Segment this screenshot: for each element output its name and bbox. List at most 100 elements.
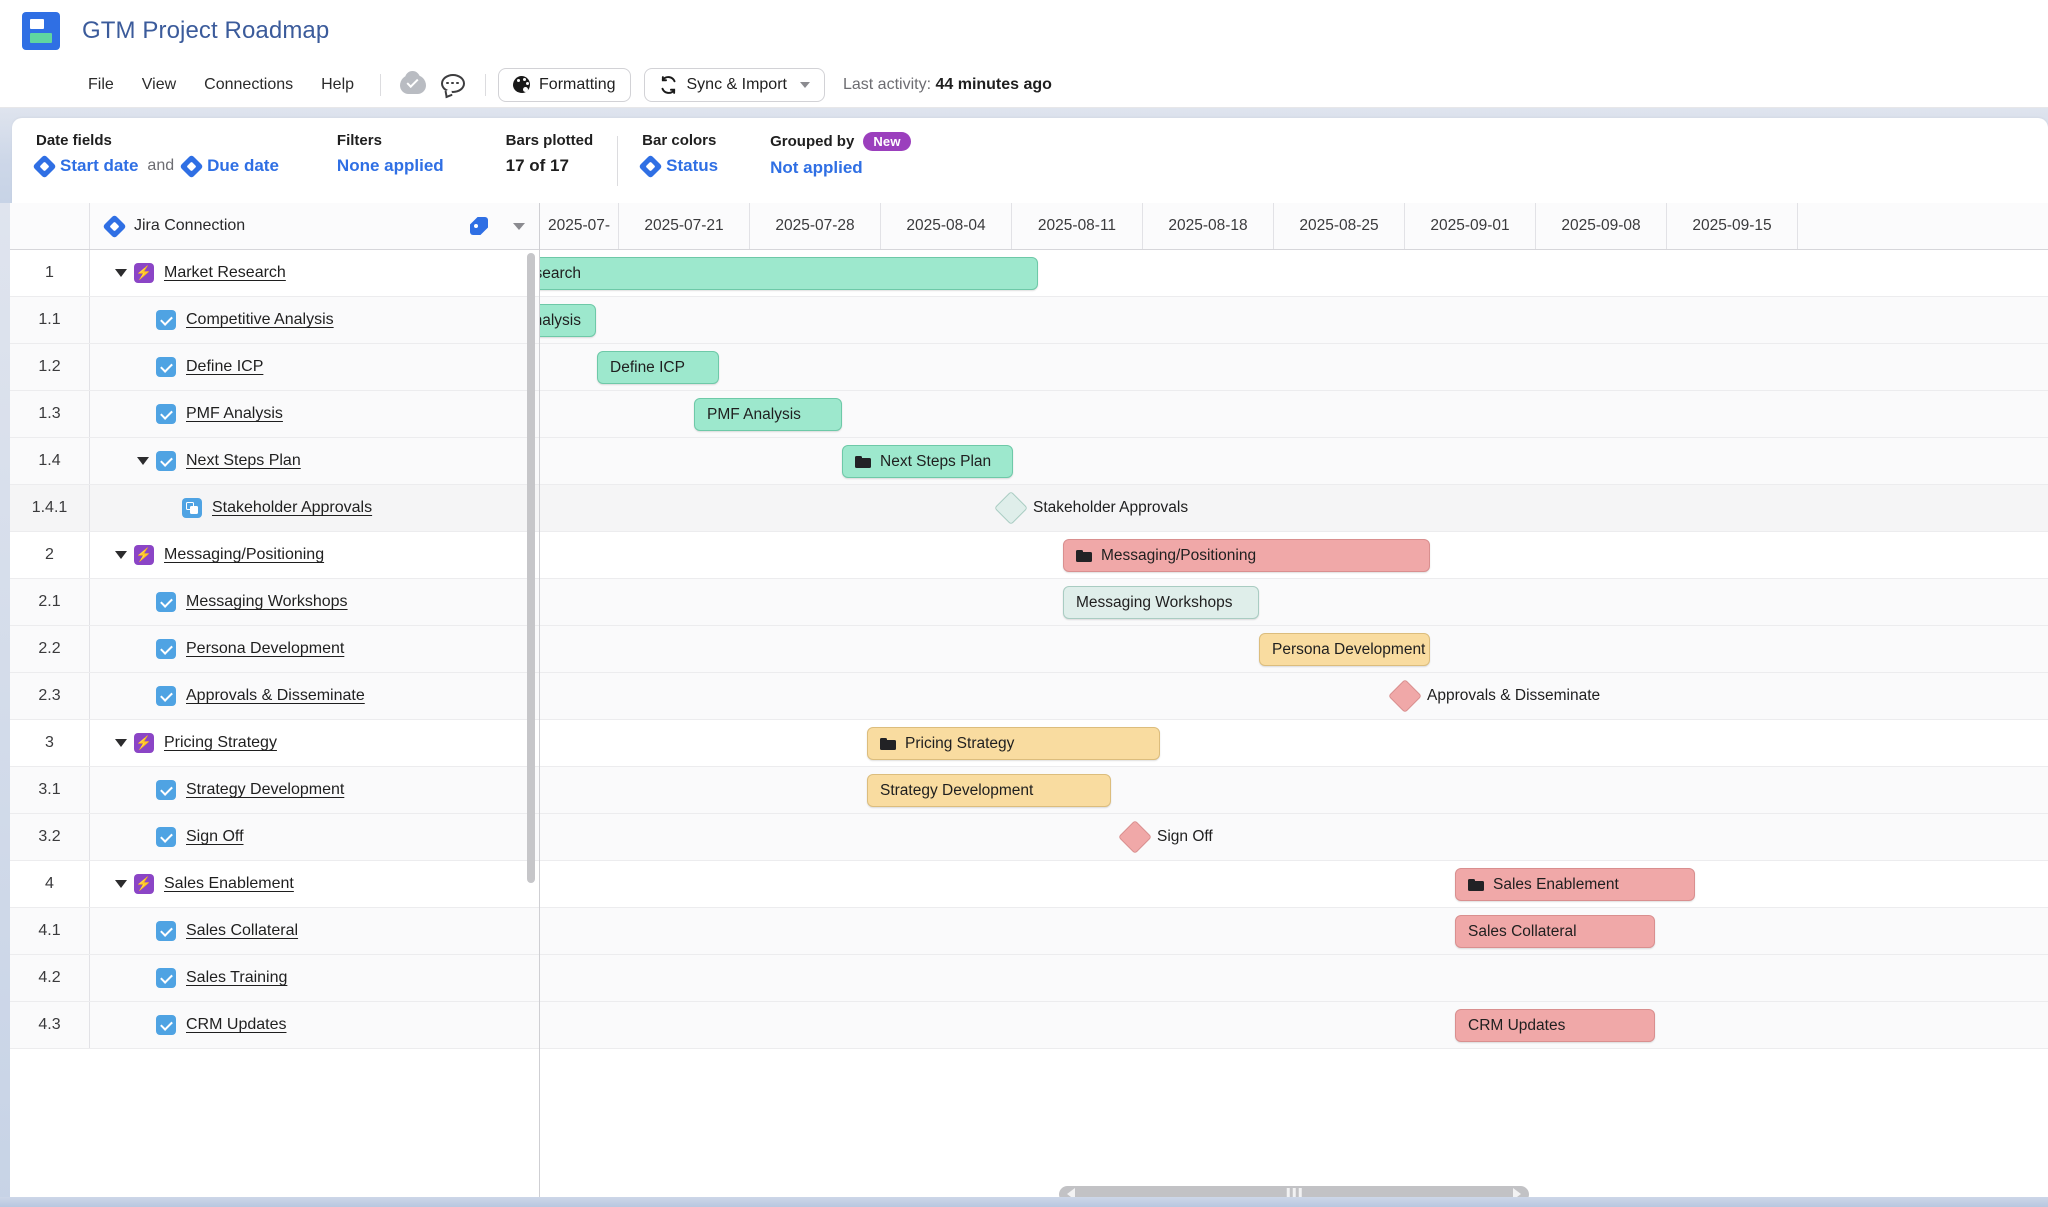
formatting-button[interactable]: Formatting: [498, 67, 631, 102]
timeline-row[interactable]: [540, 485, 2048, 532]
timeline-row[interactable]: [540, 720, 2048, 767]
row-name-cell[interactable]: Sales Training: [90, 955, 539, 1001]
timeline-row[interactable]: [540, 579, 2048, 626]
expand-collapse-triangle-icon[interactable]: [108, 551, 134, 559]
gantt-bar[interactable]: Competitive Analysis: [540, 304, 596, 337]
due-date-value[interactable]: Due date: [207, 156, 279, 176]
row-name-cell[interactable]: Sales Enablement: [90, 861, 539, 907]
timeline-row[interactable]: [540, 297, 2048, 344]
row-name-cell[interactable]: Messaging Workshops: [90, 579, 539, 625]
row-name-link[interactable]: Sales Training: [186, 969, 287, 987]
row-name-link[interactable]: Market Research: [164, 264, 286, 282]
timeline-row[interactable]: [540, 955, 2048, 1002]
comment-icon[interactable]: [438, 70, 468, 100]
gantt-milestone[interactable]: Stakeholder Approvals: [994, 491, 1188, 525]
gantt-bar[interactable]: Messaging Workshops: [1063, 586, 1259, 619]
gantt-bar[interactable]: Sales Enablement: [1455, 868, 1695, 901]
row-name-cell[interactable]: Sign Off: [90, 814, 539, 860]
gantt-bar[interactable]: Market Research: [540, 257, 1038, 290]
gantt-logo-icon[interactable]: [22, 12, 60, 50]
menu-item-connections[interactable]: Connections: [190, 72, 307, 98]
vertical-scrollbar[interactable]: [527, 253, 535, 883]
table-row[interactable]: 2.3 Approvals & Disseminate: [10, 673, 539, 720]
row-name-link[interactable]: Messaging/Positioning: [164, 546, 324, 564]
sync-import-button[interactable]: Sync & Import: [643, 67, 825, 102]
row-name-link[interactable]: Pricing Strategy: [164, 734, 277, 752]
row-name-cell[interactable]: Messaging/Positioning: [90, 532, 539, 578]
table-row[interactable]: 1.2 Define ICP: [10, 344, 539, 391]
gantt-bar[interactable]: Define ICP: [597, 351, 719, 384]
cloud-saved-icon[interactable]: [398, 70, 428, 100]
menu-item-view[interactable]: View: [128, 72, 190, 98]
table-row[interactable]: 3.1 Strategy Development: [10, 767, 539, 814]
timeline-row[interactable]: [540, 814, 2048, 861]
filters-value[interactable]: None applied: [337, 156, 444, 176]
row-name-link[interactable]: Sales Enablement: [164, 875, 294, 893]
table-row[interactable]: 1.1 Competitive Analysis: [10, 297, 539, 344]
gantt-bar[interactable]: Messaging/Positioning: [1063, 539, 1430, 572]
menu-item-file[interactable]: File: [74, 72, 128, 98]
gantt-bar[interactable]: Next Steps Plan: [842, 445, 1013, 478]
table-row[interactable]: 1.4 Next Steps Plan: [10, 438, 539, 485]
gantt-milestone[interactable]: Approvals & Disseminate: [1388, 679, 1600, 713]
expand-collapse-triangle-icon[interactable]: [108, 880, 134, 888]
row-name-cell[interactable]: CRM Updates: [90, 1002, 539, 1048]
gantt-bar[interactable]: Strategy Development: [867, 774, 1111, 807]
table-row[interactable]: 3.2 Sign Off: [10, 814, 539, 861]
timeline-row[interactable]: [540, 673, 2048, 720]
tag-icon[interactable]: [470, 217, 488, 235]
row-name-cell[interactable]: Strategy Development: [90, 767, 539, 813]
chevron-down-icon[interactable]: [513, 222, 525, 230]
table-row[interactable]: 4 Sales Enablement: [10, 861, 539, 908]
row-name-link[interactable]: Messaging Workshops: [186, 593, 348, 611]
table-row[interactable]: 2.1 Messaging Workshops: [10, 579, 539, 626]
gantt-bar[interactable]: CRM Updates: [1455, 1009, 1655, 1042]
timeline-row[interactable]: [540, 344, 2048, 391]
timeline-row[interactable]: [540, 438, 2048, 485]
row-name-link[interactable]: Approvals & Disseminate: [186, 687, 365, 705]
row-name-link[interactable]: Persona Development: [186, 640, 344, 658]
row-name-cell[interactable]: Competitive Analysis: [90, 297, 539, 343]
bar-colors-value[interactable]: Status: [666, 156, 718, 176]
row-name-link[interactable]: Sign Off: [186, 828, 244, 846]
table-row[interactable]: 4.2 Sales Training: [10, 955, 539, 1002]
timeline-row[interactable]: [540, 1002, 2048, 1049]
menu-item-help[interactable]: Help: [307, 72, 368, 98]
name-column-header[interactable]: Jira Connection: [90, 203, 539, 249]
timeline-row[interactable]: [540, 861, 2048, 908]
row-name-link[interactable]: CRM Updates: [186, 1016, 286, 1034]
row-name-cell[interactable]: Persona Development: [90, 626, 539, 672]
row-name-cell[interactable]: Stakeholder Approvals: [90, 485, 539, 531]
row-name-link[interactable]: Sales Collateral: [186, 922, 298, 940]
row-name-cell[interactable]: Define ICP: [90, 344, 539, 390]
grouped-by-value[interactable]: Not applied: [770, 158, 863, 178]
page-title[interactable]: GTM Project Roadmap: [82, 17, 329, 45]
row-name-cell[interactable]: PMF Analysis: [90, 391, 539, 437]
row-name-link[interactable]: Strategy Development: [186, 781, 344, 799]
expand-collapse-triangle-icon[interactable]: [130, 457, 156, 465]
row-name-link[interactable]: PMF Analysis: [186, 405, 283, 423]
chevron-down-icon[interactable]: [799, 81, 810, 88]
row-name-cell[interactable]: Approvals & Disseminate: [90, 673, 539, 719]
table-row[interactable]: 1.3 PMF Analysis: [10, 391, 539, 438]
gantt-bar[interactable]: Sales Collateral: [1455, 915, 1655, 948]
gantt-bar[interactable]: PMF Analysis: [694, 398, 842, 431]
table-row[interactable]: 1.4.1 Stakeholder Approvals: [10, 485, 539, 532]
row-name-link[interactable]: Stakeholder Approvals: [212, 499, 372, 517]
row-name-link[interactable]: Next Steps Plan: [186, 452, 301, 470]
row-name-cell[interactable]: Next Steps Plan: [90, 438, 539, 484]
expand-collapse-triangle-icon[interactable]: [108, 739, 134, 747]
row-name-cell[interactable]: Market Research: [90, 250, 539, 296]
gantt-milestone[interactable]: Sign Off: [1118, 820, 1213, 854]
gantt-bar[interactable]: Pricing Strategy: [867, 727, 1160, 760]
timeline-row[interactable]: [540, 908, 2048, 955]
expand-collapse-triangle-icon[interactable]: [108, 269, 134, 277]
row-name-cell[interactable]: Sales Collateral: [90, 908, 539, 954]
table-row[interactable]: 2.2 Persona Development: [10, 626, 539, 673]
table-row[interactable]: 4.1 Sales Collateral: [10, 908, 539, 955]
table-row[interactable]: 3 Pricing Strategy: [10, 720, 539, 767]
table-row[interactable]: 4.3 CRM Updates: [10, 1002, 539, 1049]
row-name-link[interactable]: Competitive Analysis: [186, 311, 334, 329]
row-name-cell[interactable]: Pricing Strategy: [90, 720, 539, 766]
row-name-link[interactable]: Define ICP: [186, 358, 263, 376]
